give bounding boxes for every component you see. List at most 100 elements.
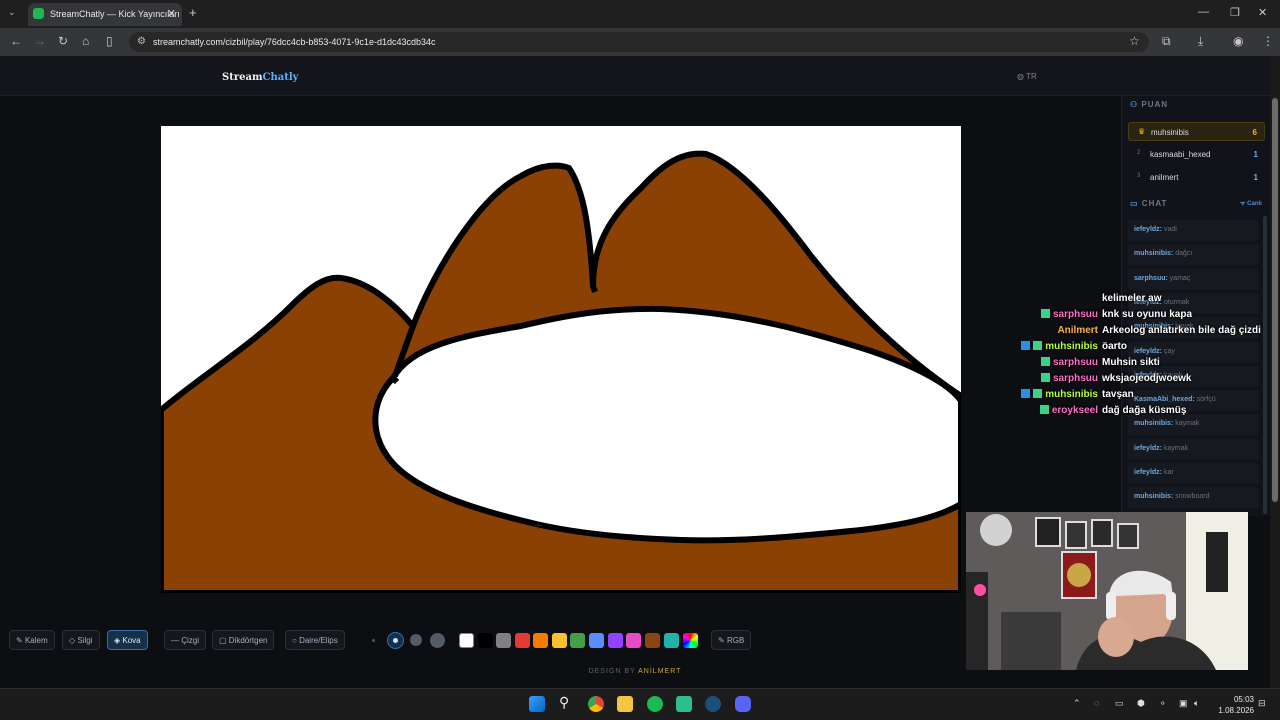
color-swatch[interactable] [589, 633, 604, 648]
site-info-icon[interactable]: ⚙ [137, 36, 146, 47]
start-menu-icon[interactable] [529, 696, 545, 712]
color-swatch[interactable] [645, 633, 660, 648]
ellipse-tool-label: Daire/Elips [299, 636, 338, 645]
score-points: 1 [1253, 150, 1258, 159]
taskbar-clock[interactable]: 05:03 1.08.2026 [1212, 694, 1254, 716]
chat-text: kaymak [1163, 444, 1189, 452]
brush-size-m[interactable] [410, 634, 422, 646]
overlay-chat-line: Anilmert Arkeolog anlatırken bile dağ çiz… [1019, 325, 1261, 336]
color-swatch[interactable] [478, 633, 493, 648]
tray-mic-icon[interactable]: ⚬ [1159, 698, 1167, 709]
score-rank: 3 [1137, 173, 1141, 179]
rectangle-tool-button[interactable]: ▢ Dikdörtgen [212, 630, 275, 650]
chrome-icon[interactable] [588, 696, 604, 712]
browser-menu-icon[interactable]: ⋮ [1262, 34, 1274, 48]
line-tool-button[interactable]: — Çizgi [164, 630, 207, 650]
tab-title: StreamChatly — Kick Yayıncıları [50, 9, 180, 19]
new-tab-button[interactable]: + [189, 5, 197, 20]
overlay-chat-text: Muhsin sikti [1102, 357, 1160, 368]
site-logo[interactable]: StreamChatly [222, 72, 298, 83]
color-swatch[interactable] [626, 633, 641, 648]
color-swatch[interactable] [664, 633, 679, 648]
score-name: kasmaabi_hexed [1150, 150, 1211, 159]
tray-shield-icon[interactable]: ⬢ [1137, 698, 1145, 709]
color-swatch[interactable] [570, 633, 585, 648]
overlay-chat-text: Arkeolog anlatırken bile dağ çizdi [1102, 325, 1261, 336]
overlay-chat-username: sarphsuu [1052, 309, 1098, 320]
tray-app-icon[interactable]: ◌ [1094, 698, 1099, 708]
chat-text: dağcı [1175, 250, 1193, 258]
color-swatch[interactable] [496, 633, 511, 648]
profile-avatar[interactable]: ◉ [1233, 34, 1243, 48]
overlay-chat-text: öarto [1102, 341, 1127, 352]
tab-list-dropdown-icon[interactable]: ⌄ [8, 7, 16, 18]
subscriber-badge-icon [1021, 341, 1031, 350]
pen-tool-button[interactable]: ✎ Kalem [9, 630, 55, 650]
home-icon[interactable]: ⌂ [82, 34, 89, 48]
chat-scrollbar[interactable] [1263, 216, 1267, 514]
chat-heading-text: CHAT [1141, 199, 1168, 208]
page-scrollbar-thumb[interactable] [1272, 98, 1278, 502]
spotify-icon[interactable] [647, 696, 663, 712]
drawing-canvas[interactable] [161, 126, 961, 593]
bookmark-star-icon[interactable]: ☆ [1129, 34, 1140, 48]
chat-username: iefeyldz: [1134, 226, 1163, 233]
color-swatch[interactable] [533, 633, 548, 648]
overlay-chat-username: sarphsuu [1052, 373, 1098, 384]
chat-text: yamaç [1169, 274, 1191, 282]
reload-icon[interactable]: ↻ [58, 34, 68, 48]
overlay-chat-username: muhsinibis [1045, 341, 1098, 352]
score-points: 1 [1253, 173, 1258, 182]
volume-icon[interactable]: 🔈︎ [1194, 698, 1199, 709]
discord-icon[interactable] [735, 696, 751, 712]
steam-icon[interactable] [705, 696, 721, 712]
notification-icon[interactable]: ⊟ [1258, 698, 1266, 709]
color-swatch[interactable] [608, 633, 623, 648]
page-scrollbar[interactable] [1270, 56, 1280, 688]
app-icon[interactable] [676, 696, 692, 712]
chat-username: KasmaAbi_hexed: [1134, 396, 1195, 404]
chat-text: oturmak [1163, 298, 1190, 306]
chat-text: kar [1163, 469, 1174, 476]
file-explorer-icon[interactable] [617, 696, 633, 712]
close-window-icon[interactable]: ✕ [1258, 6, 1267, 19]
brush-size-xs[interactable] [372, 639, 375, 642]
overlay-chat-username: sarphsuu [1052, 357, 1098, 368]
rainbow-color-swatch[interactable] [683, 633, 698, 648]
logo-part-chatly: Chatly [262, 72, 299, 83]
brush-size-s-dot [393, 638, 398, 643]
tray-battery-icon[interactable]: ▭ [1115, 698, 1124, 709]
tab-close-icon[interactable]: ✕ [167, 7, 176, 20]
language-selector[interactable]: ◍ TR [1017, 72, 1037, 81]
tray-overflow-icon[interactable]: ⌃ [1073, 698, 1081, 709]
restore-window-icon[interactable]: ❐ [1230, 6, 1240, 19]
brush-size-l[interactable] [430, 633, 445, 648]
downloads-icon[interactable]: ⤓ [1198, 34, 1203, 49]
browser-tab[interactable]: StreamChatly — Kick Yayıncıları ✕ [28, 3, 182, 26]
minimize-window-icon[interactable]: — [1198, 6, 1209, 18]
color-swatch[interactable] [515, 633, 530, 648]
color-swatch[interactable] [459, 633, 474, 648]
subscriber-badge-icon [1021, 389, 1031, 398]
credit-prefix: DESIGN BY [588, 668, 636, 675]
back-icon[interactable]: ← [10, 34, 22, 48]
search-icon[interactable]: ⚲ [559, 694, 575, 710]
eraser-tool-button[interactable]: ◇ Silgi [62, 630, 100, 650]
drawing-svg [161, 150, 961, 593]
split-view-icon[interactable]: ▯ [106, 34, 113, 48]
chat-heading: ▭ CHAT [1130, 199, 1167, 208]
color-swatch[interactable] [552, 633, 567, 648]
extensions-icon[interactable]: ⧉ [1162, 34, 1171, 49]
bucket-tool-button[interactable]: ◈ Kova [107, 630, 148, 650]
kick-badge-icon [1033, 389, 1043, 398]
overlay-chat-line: sarphsuu Muhsin sikti [1019, 357, 1160, 368]
rgb-button-label: RGB [726, 636, 745, 645]
forward-icon[interactable]: → [34, 34, 46, 48]
address-bar[interactable]: ⚙ streamchatly.com/cizbil/play/76dcc4cb-… [129, 32, 1149, 52]
ellipse-tool-button[interactable]: ○ Daire/Elips [285, 630, 345, 650]
rgb-button[interactable]: ✎ RGB [711, 630, 752, 650]
kick-badge-icon [1033, 341, 1043, 350]
chat-text: snowboard [1175, 493, 1210, 501]
network-icon[interactable]: ▣ [1179, 698, 1188, 709]
score-row-1: ♛ muhsinibis 6 [1128, 122, 1265, 141]
